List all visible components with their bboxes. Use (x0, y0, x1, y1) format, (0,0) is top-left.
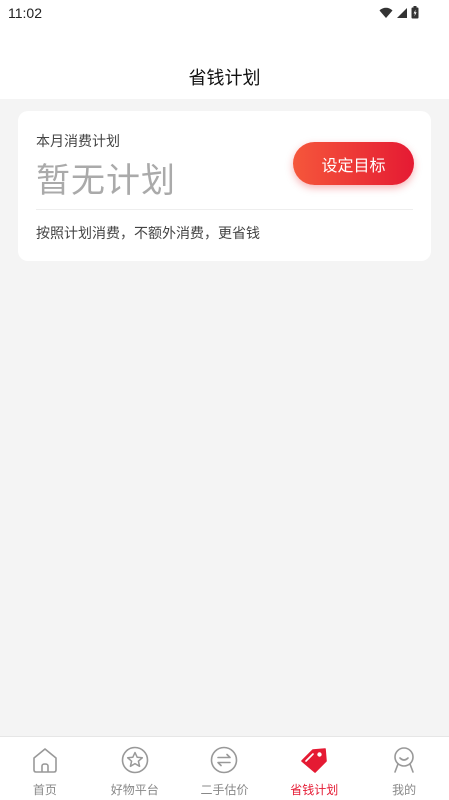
status-bar: 11:02 (0, 0, 449, 28)
plan-label: 本月消费计划 (36, 134, 120, 150)
profile-icon (394, 747, 414, 773)
tab-label: 二手估价 (200, 783, 249, 797)
tab-label: 我的 (392, 783, 417, 797)
battery-icon (411, 6, 419, 19)
tab-home[interactable]: 首页 (0, 737, 90, 800)
bottom-tab-bar: 首页 好物平台 二手估价 省钱计划 我的 (0, 736, 449, 800)
star-icon (121, 746, 148, 774)
plan-tip: 按照计划消费，不额外消费，更省钱 (36, 226, 260, 242)
tab-mine[interactable]: 我的 (359, 737, 449, 800)
tab-label: 好物平台 (110, 783, 159, 797)
page-title: 省钱计划 (188, 68, 261, 89)
tag-icon (301, 748, 328, 773)
plan-value: 暂无计划 (36, 161, 176, 201)
set-goal-button[interactable]: 设定目标 (293, 142, 414, 185)
tab-goods-platform[interactable]: 好物平台 (90, 737, 180, 800)
page-header: 省钱计划 (0, 28, 449, 99)
tab-label: 省钱计划 (290, 783, 339, 797)
tab-label: 首页 (32, 783, 57, 797)
tab-secondhand-valuation[interactable]: 二手估价 (180, 737, 270, 800)
signal-icon (397, 7, 407, 18)
status-time: 11:02 (8, 5, 42, 21)
status-icons (379, 6, 419, 19)
home-icon (33, 748, 57, 773)
monthly-plan-card: 本月消费计划 暂无计划 设定目标 按照计划消费，不额外消费，更省钱 (18, 111, 431, 261)
exchange-icon (211, 746, 238, 774)
tab-savings-plan[interactable]: 省钱计划 (269, 737, 359, 800)
card-divider (36, 209, 413, 210)
wifi-icon (379, 7, 393, 18)
